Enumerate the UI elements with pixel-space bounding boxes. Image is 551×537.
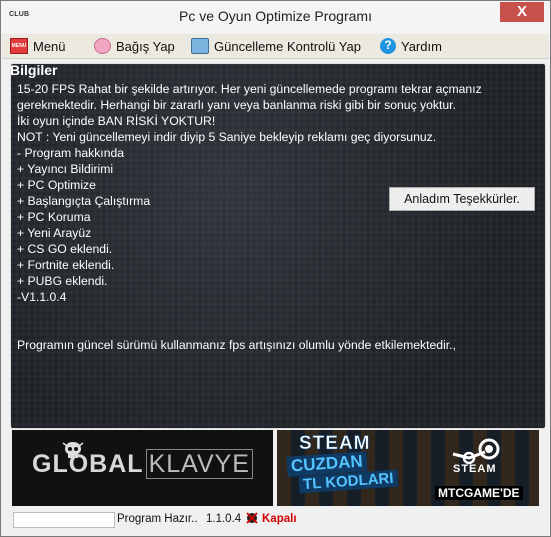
menu-bar: MENU Menü Bağış Yap Güncelleme Kontrolü … bbox=[2, 34, 549, 59]
help-icon: ? bbox=[380, 38, 396, 54]
info-line: + Yeni Arayüz bbox=[17, 226, 92, 240]
status-bar: Program Hazır.. 1.1.0.4 Kapalı bbox=[2, 508, 549, 534]
info-line: + CS GO eklendi. bbox=[17, 242, 113, 256]
progress-bar bbox=[13, 512, 115, 528]
menu-item-donate[interactable]: Bağış Yap bbox=[94, 37, 175, 55]
mtcgame-label: MTCGAME'DE bbox=[435, 486, 523, 500]
info-line: gerekmektedir. Herhangi bir zararlı yanı… bbox=[17, 98, 456, 112]
menu-item-label: Bağış Yap bbox=[116, 38, 175, 54]
window-title: Pc ve Oyun Optimize Programı bbox=[179, 8, 372, 24]
steam-brand: STEAM bbox=[453, 463, 497, 475]
update-icon bbox=[191, 38, 209, 54]
info-line: + PC Koruma bbox=[17, 210, 91, 224]
title-bar[interactable]: CLUB Pc ve Oyun Optimize Programı X bbox=[1, 1, 550, 33]
info-footer: Programın güncel sürümü kullanmanız fps … bbox=[17, 338, 456, 352]
menu-item-label: Yardım bbox=[401, 38, 442, 54]
info-group-label: Bilgiler bbox=[10, 62, 58, 78]
logo-part: BAL bbox=[89, 450, 144, 478]
menu-item-help[interactable]: ? Yardım bbox=[380, 37, 442, 55]
info-line: -V1.1.0.4 bbox=[17, 290, 67, 304]
globalklavye-banner[interactable]: GLOBAL KLAVYE bbox=[12, 430, 273, 506]
app-window: CLUB Pc ve Oyun Optimize Programı X MENU… bbox=[0, 0, 551, 537]
info-line: NOT : Yeni güncellemeyi indir diyip 5 Sa… bbox=[17, 130, 437, 144]
power-status: Kapalı bbox=[262, 513, 297, 525]
steam-wallet-banner[interactable]: STEAM CUZDAN TL KODLARI STEAM MTCGAME'DE bbox=[277, 430, 539, 506]
info-line: + Fortnite eklendi. bbox=[17, 258, 115, 272]
globalklavye-logo-text: GLOBAL KLAVYE bbox=[32, 449, 253, 479]
acknowledge-button[interactable]: Anladım Teşekkürler. bbox=[389, 187, 535, 211]
info-line: - Program hakkında bbox=[17, 146, 125, 160]
menu-item-label: Güncelleme Kontrolü Yap bbox=[214, 38, 361, 54]
menu-item-menu[interactable]: MENU Menü bbox=[10, 37, 66, 55]
info-line: + Yayıncı Bildirimi bbox=[17, 162, 114, 176]
menu-item-label: Menü bbox=[33, 38, 66, 54]
info-line: 15-20 FPS Rahat bir şekilde artırıyor. H… bbox=[17, 82, 482, 96]
logo-part: KLAVYE bbox=[145, 449, 253, 479]
info-line: + PUBG eklendi. bbox=[17, 274, 108, 288]
menu-item-check-update[interactable]: Güncelleme Kontrolü Yap bbox=[191, 37, 361, 55]
logo-part: GL bbox=[32, 450, 69, 478]
status-version: 1.1.0.4 bbox=[206, 513, 242, 525]
logo-part: O bbox=[68, 450, 90, 478]
piggy-bank-icon bbox=[94, 38, 111, 54]
info-line: İki oyun içinde BAN RİSKİ YOKTUR! bbox=[17, 114, 216, 128]
menu-icon: MENU bbox=[10, 38, 28, 54]
power-status-icon bbox=[246, 512, 258, 524]
status-state: Program Hazır.. bbox=[117, 513, 198, 525]
close-button[interactable]: X bbox=[500, 2, 544, 22]
